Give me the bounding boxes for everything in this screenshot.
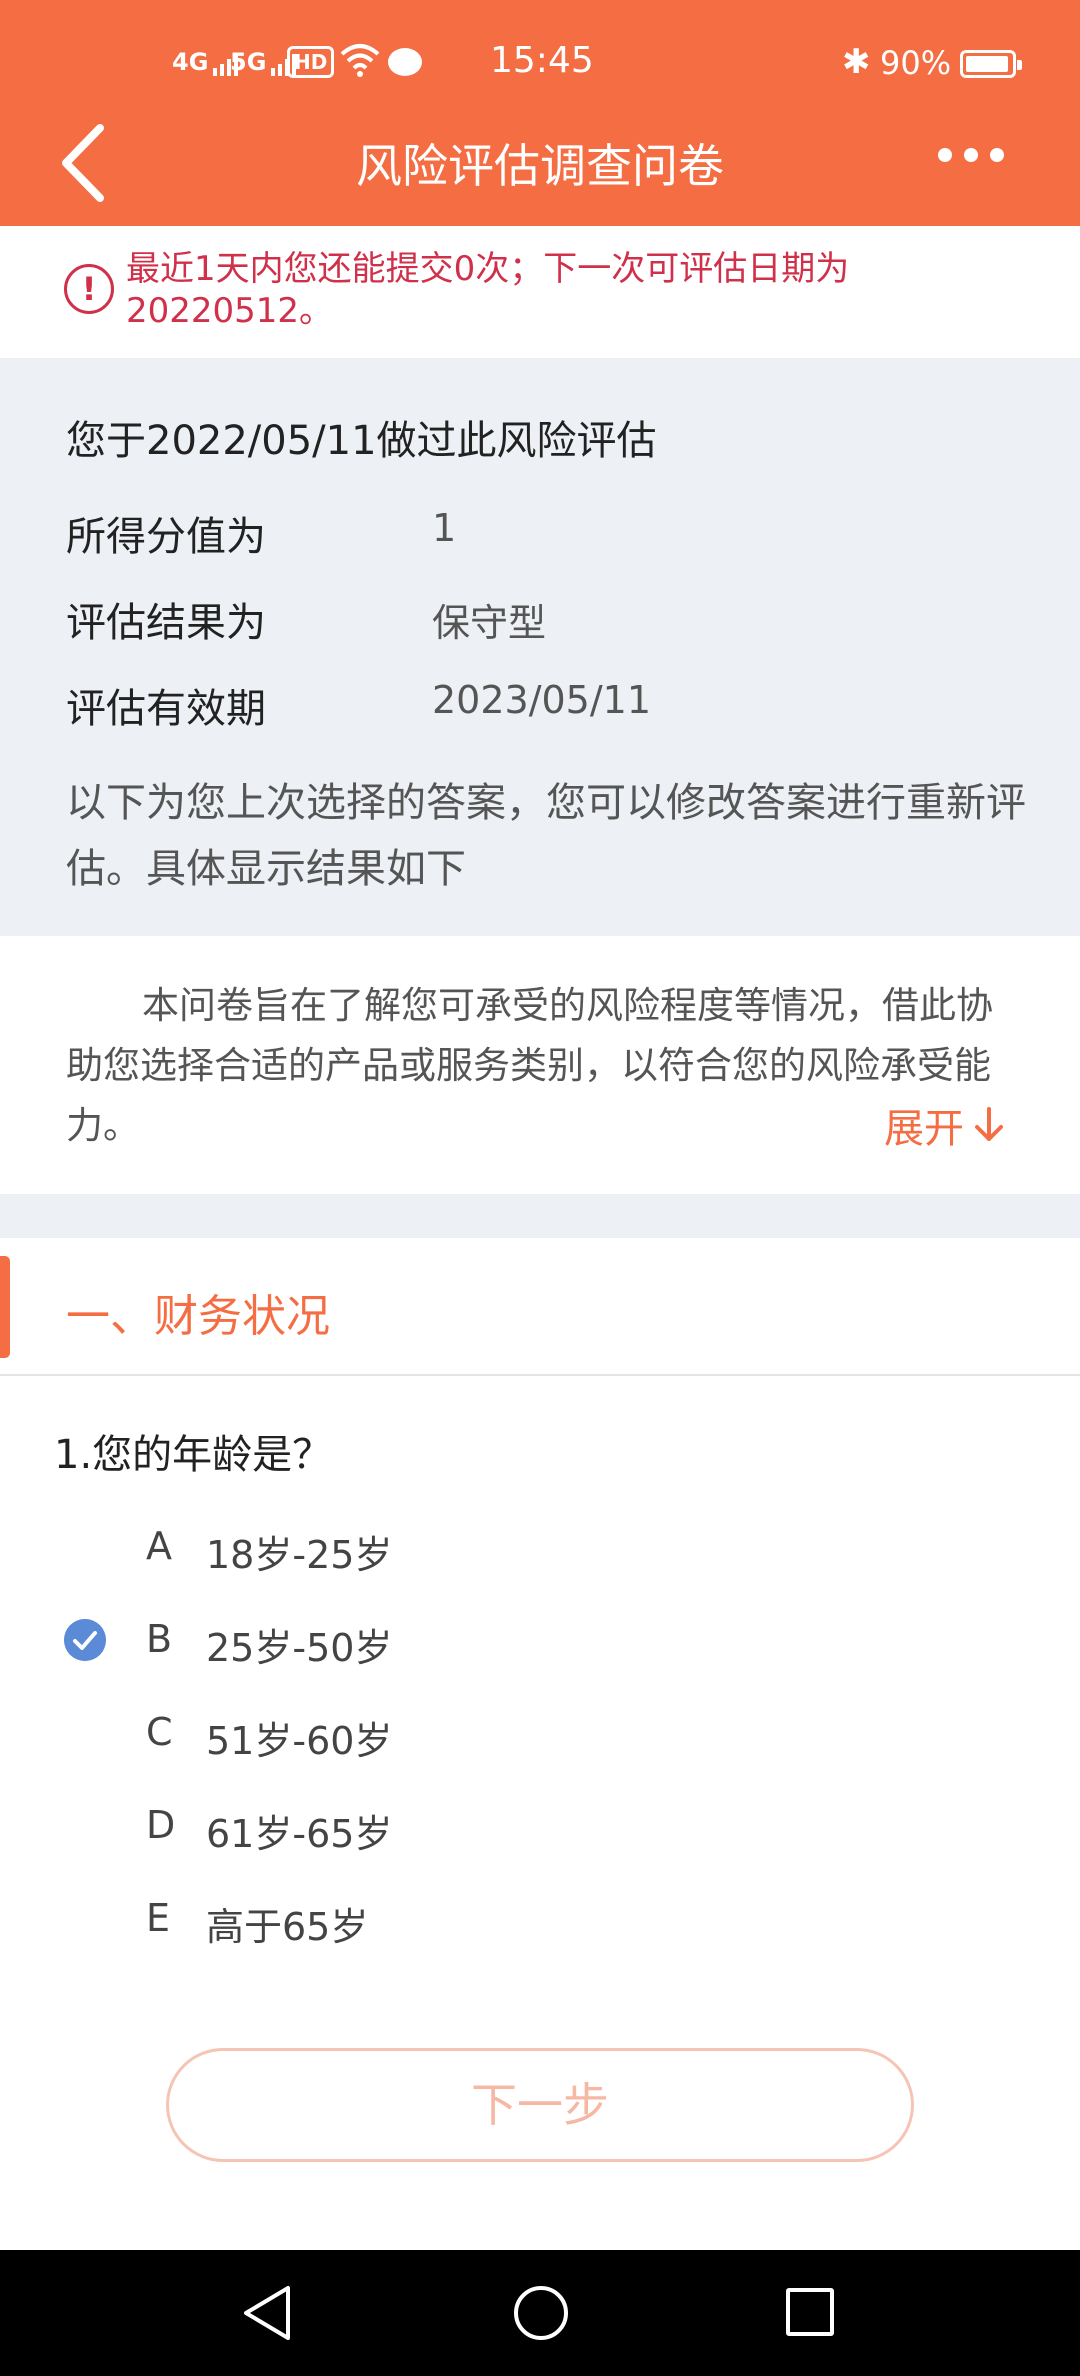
score-label: 所得分值为 [66,514,266,560]
score-value: 1 [432,506,457,550]
bluetooth-icon: ✱ [842,42,871,82]
previous-assessment-summary: 您于2022/05/11做过此风险评估 所得分值为 1 评估结果为 保守型 评估… [0,358,1080,936]
option-letter: D [146,1803,176,1847]
option-b[interactable]: B 25岁-50岁 [0,1603,1080,1683]
option-d[interactable]: D 61岁-65岁 [0,1789,1080,1869]
nav-home-icon[interactable] [514,2286,568,2340]
expand-button[interactable]: 展开 [884,1096,1006,1154]
result-label: 评估结果为 [66,600,266,646]
system-nav-bar [0,2250,1080,2376]
option-letter: B [146,1617,173,1661]
next-step-button[interactable]: 下一步 [166,2048,914,2162]
battery-percent: 90% [880,44,952,82]
option-text: 25岁-50岁 [206,1626,393,1670]
warning-text: 最近1天内您还能提交0次；下一次可评估日期为20220512。 [126,249,850,331]
status-bar: 4G 5G HD 15:45 ✱ 90% [0,38,1080,94]
option-letter: A [146,1524,172,1568]
questionnaire-intro: 本问卷旨在了解您可承受的风险程度等情况，借此协助您选择合适的产品或服务类别，以符… [0,936,1080,1194]
section-title: 一、财务状况 [66,1291,330,1342]
section-header: 一、财务状况 [0,1238,1080,1376]
more-menu-icon[interactable] [938,148,1004,162]
message-icon [388,48,422,76]
summary-note: 以下为您上次选择的答案，您可以修改答案进行重新评估。具体显示结果如下 [66,780,1026,892]
hd-icon: HD [287,46,335,78]
battery-icon [960,50,1022,78]
option-text: 高于65岁 [206,1905,369,1949]
validity-label: 评估有效期 [66,686,266,732]
option-letter: C [146,1710,173,1754]
intro-text: 本问卷旨在了解您可承受的风险程度等情况，借此协助您选择合适的产品或服务类别，以符… [66,984,993,1147]
option-c[interactable]: C 51岁-60岁 [0,1696,1080,1776]
question-text: 1.您的年龄是？ [54,1432,333,1478]
option-text: 18岁-25岁 [206,1533,393,1577]
option-e[interactable]: E 高于65岁 [0,1882,1080,1962]
network-5g-label: 5G [230,48,267,76]
option-a[interactable]: A 18岁-25岁 [0,1510,1080,1590]
page-title: 风险评估调查问卷 [356,139,724,193]
nav-back-icon[interactable] [240,2284,294,2342]
option-letter: E [146,1896,171,1940]
section-divider [0,1194,1080,1238]
result-value: 保守型 [432,601,547,645]
cellular-signal-4g: 4G [172,48,239,76]
wifi-icon [340,44,380,77]
warning-banner: ! 最近1天内您还能提交0次；下一次可评估日期为20220512。 [0,226,1080,358]
alert-icon: ! [64,264,114,314]
option-text: 51岁-60岁 [206,1719,393,1763]
arrow-down-icon [975,1107,1003,1141]
validity-value: 2023/05/11 [432,678,652,722]
clock: 15:45 [490,40,594,81]
nav-recents-icon[interactable] [786,2288,834,2336]
checkmark-icon [64,1619,106,1661]
app-header: 4G 5G HD 15:45 ✱ 90% 风险评估调查问卷 [0,0,1080,226]
expand-label: 展开 [884,1106,964,1152]
section-accent-bar [0,1256,10,1358]
summary-heading: 您于2022/05/11做过此风险评估 [66,418,657,464]
option-text: 61岁-65岁 [206,1812,393,1856]
network-4g-label: 4G [172,48,209,76]
